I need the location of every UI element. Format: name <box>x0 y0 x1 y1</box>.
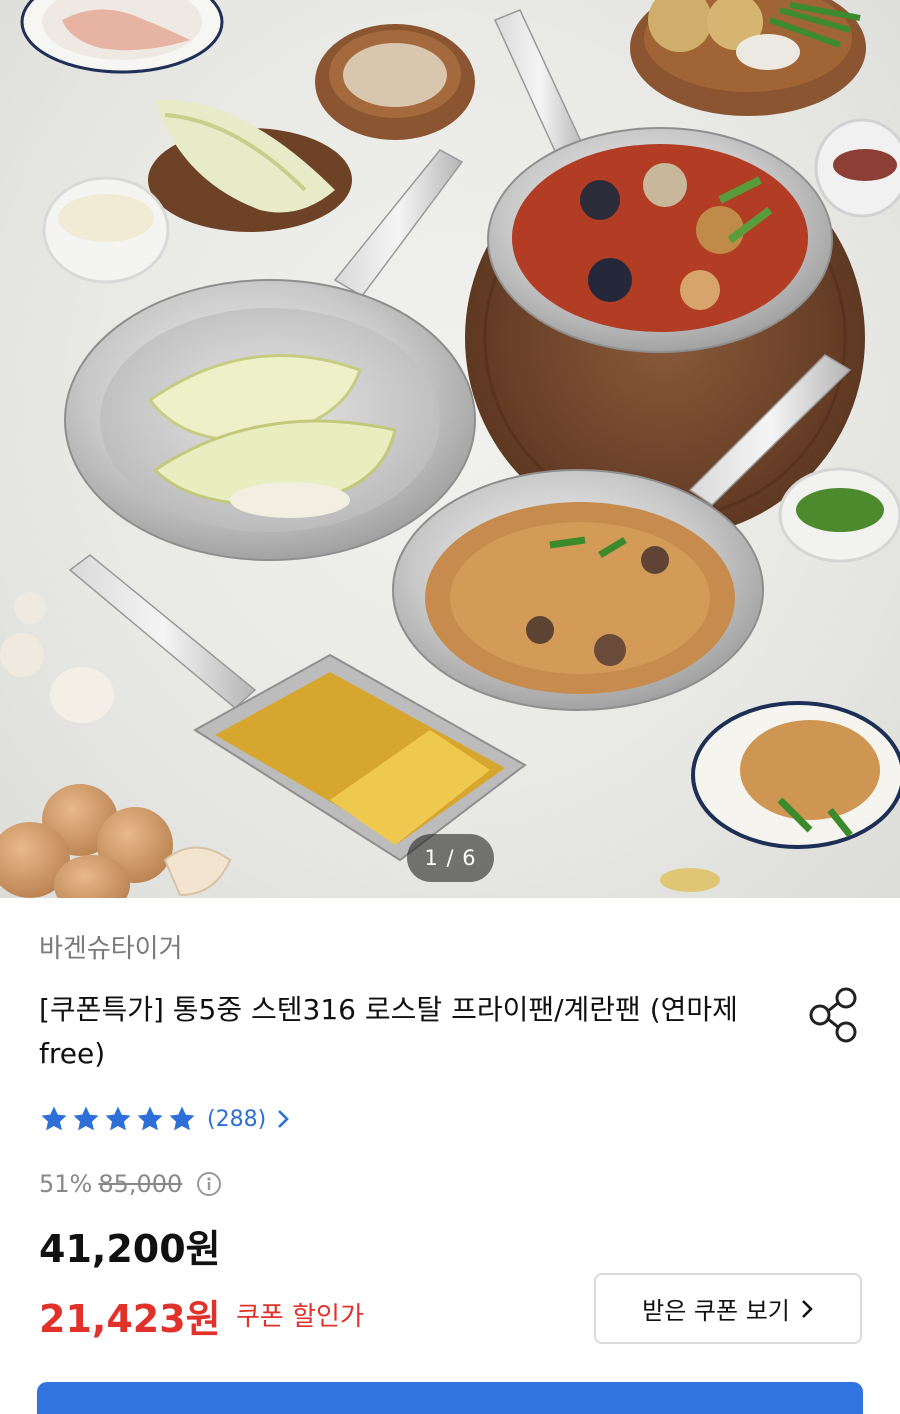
primary-cta-button[interactable] <box>37 1382 863 1414</box>
discount-row: 51% 85,000 <box>39 1167 222 1201</box>
info-icon[interactable] <box>196 1171 222 1197</box>
coupon-price: 21,423원 <box>39 1297 221 1341</box>
brand-name[interactable]: 바겐슈타이거 <box>39 928 183 965</box>
discount-rate: 51% <box>39 1170 93 1198</box>
review-count-link[interactable]: (288) <box>207 1107 266 1132</box>
view-coupons-button[interactable]: 받은 쿠폰 보기 <box>594 1273 862 1344</box>
image-counter: 1 / 6 <box>407 834 494 882</box>
star-icon <box>73 1106 99 1131</box>
star-icon <box>105 1106 131 1131</box>
coupon-price-label: 쿠폰 할인가 <box>236 1302 364 1332</box>
original-price: 85,000 <box>98 1170 183 1198</box>
star-icon <box>137 1106 163 1131</box>
share-button[interactable] <box>806 986 864 1044</box>
chevron-right-icon <box>278 1110 290 1128</box>
sale-price: 41,200원 <box>39 1227 221 1271</box>
product-title: [쿠폰특가] 통5중 스텐316 로스탈 프라이팬/계란팬 (연마제 free) <box>39 993 738 1070</box>
star-rating <box>39 1104 197 1134</box>
share-icon <box>809 987 857 1043</box>
view-coupons-label: 받은 쿠폰 보기 <box>642 1297 790 1325</box>
rating-row[interactable]: (288) <box>39 1103 290 1135</box>
chevron-right-icon <box>801 1299 813 1318</box>
star-icon <box>169 1106 195 1131</box>
star-icon <box>41 1106 67 1131</box>
product-image-carousel[interactable]: 1 / 6 <box>0 0 900 898</box>
product-photo <box>0 0 900 898</box>
